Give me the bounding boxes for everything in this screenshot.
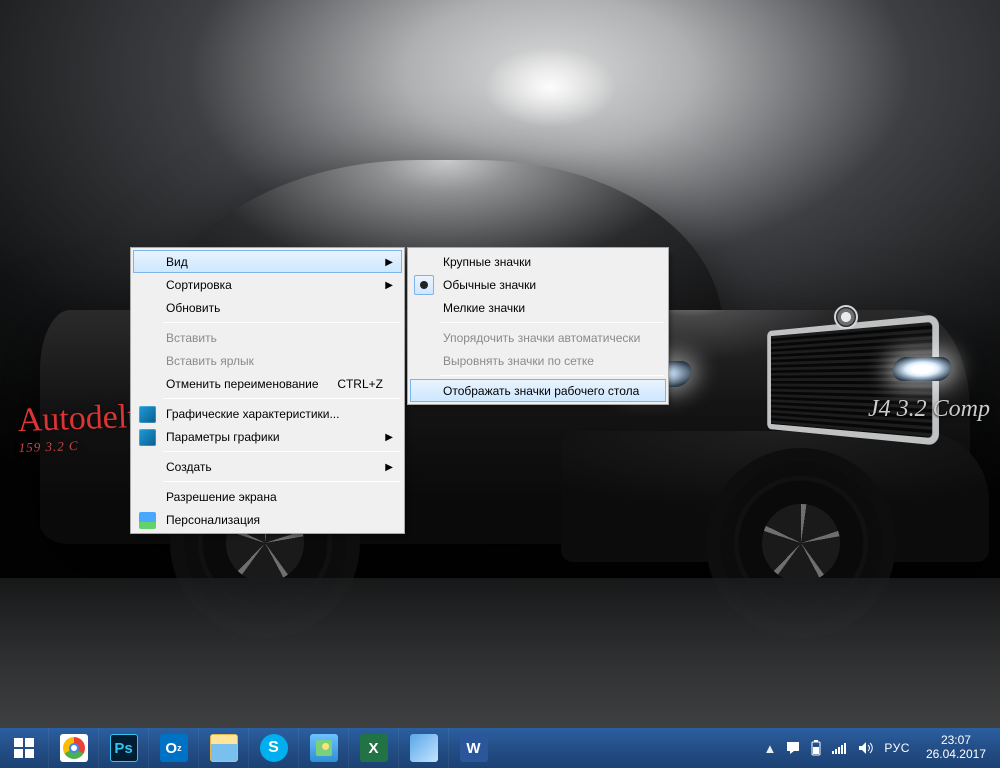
menu-item-label: Крупные значки (443, 255, 531, 269)
excel-icon: X (360, 734, 388, 762)
menu-item-label: Сортировка (166, 278, 232, 292)
wallpaper-model-badge: J4 3.2 Comp (868, 396, 990, 423)
wallpaper-brand-text: Autodelt 159 3.2 C (17, 398, 138, 456)
radio-dot-icon (420, 281, 428, 289)
system-tray: ▲ РУС 23:07 26.04.2017 (756, 728, 1000, 768)
taskbar-app-photoshop[interactable]: Ps (98, 728, 148, 768)
photos-icon (310, 734, 338, 762)
menu-item-paste-shortcut: Вставить ярлык (133, 349, 402, 372)
menu-shortcut: CTRL+Z (337, 373, 383, 396)
menu-item-label: Отменить переименование (166, 377, 319, 391)
submenu-item-medium-icons[interactable]: Обычные значки (410, 273, 666, 296)
word-icon: W (460, 734, 488, 762)
submenu-arrow-icon: ▶ (385, 426, 393, 449)
menu-item-screen-resolution[interactable]: Разрешение экрана (133, 485, 402, 508)
menu-item-view[interactable]: Вид ▶ (133, 250, 402, 273)
taskbar-app-photos[interactable] (298, 728, 348, 768)
menu-item-label: Обычные значки (443, 278, 536, 292)
language-indicator[interactable]: РУС (884, 741, 910, 755)
menu-item-graphics-props[interactable]: Графические характеристики... (133, 402, 402, 425)
menu-item-label: Вставить ярлык (166, 354, 254, 368)
menu-item-label: Вставить (166, 331, 217, 345)
taskbar-app-skype[interactable] (248, 728, 298, 768)
submenu-item-auto-arrange[interactable]: Упорядочить значки автоматически (410, 326, 666, 349)
file-explorer-icon (210, 734, 238, 762)
photoshop-icon: Ps (110, 734, 138, 762)
menu-item-label: Вид (166, 255, 188, 269)
taskbar-app-word[interactable]: W (448, 728, 498, 768)
volume-icon[interactable] (858, 741, 874, 755)
clock-date: 26.04.2017 (926, 748, 986, 762)
submenu-item-show-desktop-icons[interactable]: Отображать значки рабочего стола (410, 379, 666, 402)
submenu-arrow-icon: ▶ (385, 456, 393, 479)
skype-icon (260, 734, 288, 762)
menu-separator (163, 451, 400, 452)
submenu-arrow-icon: ▶ (385, 251, 393, 274)
chrome-icon (60, 734, 88, 762)
intel-icon (139, 429, 156, 446)
menu-item-sort[interactable]: Сортировка ▶ (133, 273, 402, 296)
menu-item-refresh[interactable]: Обновить (133, 296, 402, 319)
menu-item-label: Отображать значки рабочего стола (443, 384, 639, 398)
taskbar-app-notepad[interactable] (398, 728, 448, 768)
windows-logo-icon (14, 738, 34, 758)
taskbar-clock[interactable]: 23:07 26.04.2017 (920, 734, 992, 762)
menu-item-undo-rename[interactable]: Отменить переименование CTRL+Z (133, 372, 402, 395)
notepad-icon (410, 734, 438, 762)
menu-item-label: Мелкие значки (443, 301, 525, 315)
clock-time: 23:07 (926, 734, 986, 748)
desktop-context-menu: Вид ▶ Сортировка ▶ Обновить Вставить Вст… (130, 247, 405, 534)
action-center-icon[interactable] (786, 741, 800, 755)
battery-icon[interactable] (810, 740, 822, 756)
menu-item-label: Упорядочить значки автоматически (443, 331, 640, 345)
menu-item-label: Обновить (166, 301, 220, 315)
start-button[interactable] (0, 728, 48, 768)
submenu-arrow-icon: ▶ (385, 274, 393, 297)
submenu-item-align-grid[interactable]: Выровнять значки по сетке (410, 349, 666, 372)
menu-item-graphics-params[interactable]: Параметры графики ▶ (133, 425, 402, 448)
menu-separator (163, 322, 400, 323)
menu-separator (163, 481, 400, 482)
taskbar-app-outlook[interactable]: Oz (148, 728, 198, 768)
menu-item-create[interactable]: Создать ▶ (133, 455, 402, 478)
menu-item-label: Персонализация (166, 513, 260, 527)
menu-item-personalize[interactable]: Персонализация (133, 508, 402, 531)
menu-separator (440, 375, 664, 376)
taskbar-app-explorer[interactable] (198, 728, 248, 768)
menu-separator (163, 398, 400, 399)
outlook-icon: Oz (160, 734, 188, 762)
taskbar-app-chrome[interactable] (48, 728, 98, 768)
menu-item-paste: Вставить (133, 326, 402, 349)
menu-item-label: Выровнять значки по сетке (443, 354, 594, 368)
menu-item-label: Разрешение экрана (166, 490, 277, 504)
network-icon[interactable] (832, 741, 848, 755)
menu-item-label: Параметры графики (166, 430, 280, 444)
menu-item-label: Создать (166, 460, 212, 474)
taskbar-pinned-apps: Ps Oz X W (48, 728, 498, 768)
menu-separator (440, 322, 664, 323)
submenu-item-small-icons[interactable]: Мелкие значки (410, 296, 666, 319)
taskbar-app-excel[interactable]: X (348, 728, 398, 768)
personalize-icon (139, 512, 156, 529)
menu-item-label: Графические характеристики... (166, 407, 339, 421)
tray-overflow-button[interactable]: ▲ (764, 741, 777, 756)
taskbar: Ps Oz X W ▲ РУС 23:07 26.04.2017 (0, 728, 1000, 768)
submenu-item-large-icons[interactable]: Крупные значки (410, 250, 666, 273)
view-submenu: Крупные значки Обычные значки Мелкие зна… (407, 247, 669, 405)
intel-icon (139, 406, 156, 423)
